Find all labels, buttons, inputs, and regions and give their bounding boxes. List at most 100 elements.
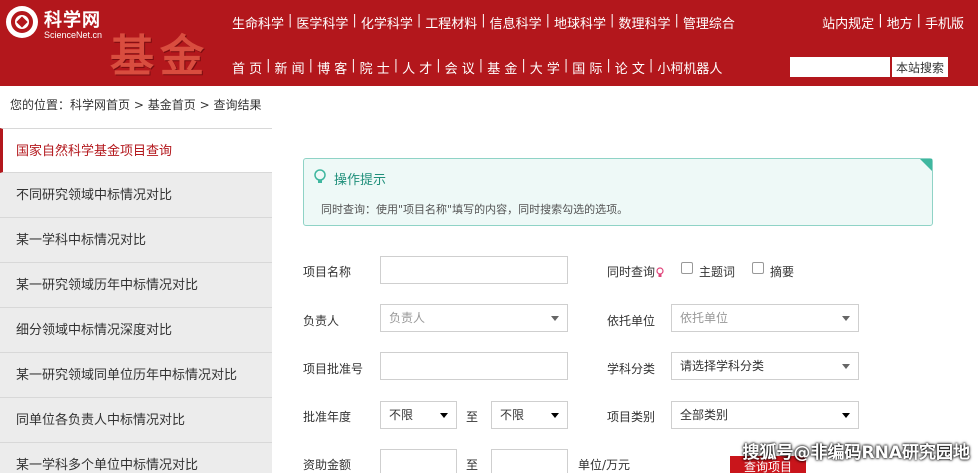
- subject-select[interactable]: 请选择学科分类: [671, 352, 859, 380]
- org-placeholder: 依托单位: [680, 311, 729, 325]
- nav-site-rules[interactable]: 站内规定: [822, 13, 874, 32]
- project-category-select[interactable]: 全部类别: [671, 401, 859, 429]
- breadcrumb-current: 查询结果: [213, 98, 262, 112]
- logo-domain: ScienceNet.cn: [44, 30, 103, 40]
- watermark-text: 搜狐号@非编码RNA研究园地: [742, 443, 970, 463]
- amount-from-input[interactable]: [380, 449, 457, 473]
- nav-separator: |: [478, 58, 484, 73]
- keyword-label: 主题词: [699, 265, 736, 279]
- nav-papers[interactable]: 论 文: [615, 58, 645, 77]
- abstract-checkbox[interactable]: [752, 262, 764, 274]
- leader-select[interactable]: 负责人: [380, 304, 568, 332]
- nav-separator: |: [266, 58, 271, 73]
- nav-engineering[interactable]: 工程材料: [425, 13, 477, 32]
- nav-separator: |: [416, 13, 422, 28]
- site-header: 科学网 ScienceNet.cn 基金 生命科学 | 医学科学 | 化学科学 | 工…: [0, 0, 978, 86]
- sidebar-item-subfield-depth[interactable]: 细分领域中标情况深度对比: [0, 308, 272, 353]
- breadcrumb-fund-home[interactable]: 基金首页: [148, 98, 196, 112]
- approval-number-input[interactable]: [380, 352, 568, 380]
- logo-mark-icon: [6, 6, 38, 38]
- sidebar-item-project-query[interactable]: 国家自然科学基金项目查询: [0, 128, 272, 173]
- nav-separator: |: [481, 13, 486, 28]
- nav-separator: |: [878, 13, 883, 28]
- nav-information[interactable]: 信息科学: [490, 13, 542, 32]
- chevron-down-icon: [842, 413, 850, 418]
- project-category-label: 项目类别: [607, 410, 656, 424]
- nav-international[interactable]: 国 际: [572, 58, 602, 77]
- sidebar-item-field-comparison[interactable]: 不同研究领域中标情况对比: [0, 173, 272, 218]
- nav-mobile[interactable]: 手机版: [925, 13, 964, 32]
- approval-year-label: 批准年度: [303, 410, 352, 424]
- subject-placeholder: 请选择学科分类: [680, 359, 765, 373]
- amount-unit-label: 单位/万元: [578, 458, 631, 472]
- leader-placeholder: 负责人: [389, 311, 426, 325]
- project-category-value: 全部类别: [680, 408, 729, 422]
- breadcrumb-separator: >: [133, 98, 144, 112]
- nav-talent[interactable]: 人 才: [402, 58, 432, 77]
- nav-separator: |: [545, 13, 551, 28]
- same-time-query-text: 同时查询: [607, 265, 656, 279]
- tip-text: 同时查询：使用"项目名称"填写的内容，同时搜索勾选的选项。: [321, 203, 629, 216]
- nav-separator: |: [351, 58, 356, 73]
- sidebar: 国家自然科学基金项目查询 不同研究领域中标情况对比 某一学科中标情况对比 某一研…: [0, 128, 272, 473]
- year-to-label: 至: [466, 410, 479, 424]
- project-name-input[interactable]: [380, 256, 568, 284]
- chevron-down-icon: [440, 413, 448, 418]
- nav-local[interactable]: 地方: [887, 13, 913, 32]
- nav-earth-science[interactable]: 地球科学: [554, 13, 606, 32]
- nav-home[interactable]: 首 页: [232, 58, 262, 77]
- breadcrumb-prefix: 您的位置：: [10, 98, 71, 112]
- nav-separator: |: [352, 13, 357, 28]
- sidebar-item-org-leaders[interactable]: 同单位各负责人中标情况对比: [0, 398, 272, 443]
- keyword-checkbox[interactable]: [681, 262, 693, 274]
- nav-separator: |: [436, 58, 441, 73]
- nav-separator: |: [648, 58, 654, 73]
- sidebar-item-field-same-org[interactable]: 某一研究领域同单位历年中标情况对比: [0, 353, 272, 398]
- funding-amount-label: 资助金额: [303, 458, 352, 472]
- nav-medical-science[interactable]: 医学科学: [296, 13, 348, 32]
- year-from-select[interactable]: 不限: [380, 401, 457, 429]
- leader-label: 负责人: [303, 314, 340, 328]
- chevron-down-icon: [842, 364, 850, 369]
- logo-text: 科学网: [44, 10, 101, 31]
- nav-academician[interactable]: 院 士: [360, 58, 390, 77]
- nav-university[interactable]: 大 学: [530, 58, 560, 77]
- section-title: 基金: [110, 31, 210, 82]
- year-to-value: 不限: [500, 408, 525, 422]
- year-to-select[interactable]: 不限: [491, 401, 568, 429]
- chevron-down-icon: [842, 316, 850, 321]
- tip-corner-decoration: [920, 159, 932, 171]
- year-from-value: 不限: [389, 408, 414, 422]
- nav-chemistry[interactable]: 化学科学: [361, 13, 413, 32]
- breadcrumb-separator: >: [199, 98, 210, 112]
- sidebar-item-subject-comparison[interactable]: 某一学科中标情况对比: [0, 218, 272, 263]
- breadcrumb: 您的位置：科学网首页 > 基金首页 > 查询结果: [10, 96, 262, 113]
- nav-separator: |: [610, 13, 615, 28]
- nav-separator: |: [521, 58, 526, 73]
- sciencenet-logo[interactable]: 科学网 ScienceNet.cn: [6, 6, 106, 42]
- nav-management[interactable]: 管理综合: [683, 13, 735, 32]
- sidebar-item-field-yearly[interactable]: 某一研究领域历年中标情况对比: [0, 263, 272, 308]
- org-label: 依托单位: [607, 314, 656, 328]
- nav-separator: |: [308, 58, 314, 73]
- project-name-label: 项目名称: [303, 265, 352, 279]
- amount-to-label: 至: [466, 458, 479, 472]
- site-search-input[interactable]: [790, 57, 890, 77]
- same-time-query-label: 同时查询: [607, 263, 664, 280]
- nav-math-physics[interactable]: 数理科学: [618, 13, 670, 32]
- nav-conference[interactable]: 会 议: [445, 58, 475, 77]
- nav-news[interactable]: 新 闻: [275, 58, 305, 77]
- site-search-button[interactable]: 本站搜索: [892, 57, 948, 77]
- nav-separator: |: [916, 13, 921, 28]
- org-select[interactable]: 依托单位: [671, 304, 859, 332]
- sidebar-item-subject-multi-org[interactable]: 某一学科多个单位中标情况对比: [0, 443, 272, 473]
- breadcrumb-home[interactable]: 科学网首页: [70, 98, 130, 112]
- tip-title: 操作提示: [334, 173, 387, 188]
- amount-to-input[interactable]: [491, 449, 568, 473]
- nav-blog[interactable]: 博 客: [317, 58, 347, 77]
- nav-life-science[interactable]: 生命科学: [232, 13, 284, 32]
- nav-fund[interactable]: 基 金: [487, 58, 517, 77]
- channel-nav: 首 页 | 新 闻 | 博 客 | 院 士 | 人 才 | 会 议 | 基 金 | 大 学 | …: [232, 58, 722, 77]
- nav-robot[interactable]: 小柯机器人: [657, 58, 722, 77]
- nav-separator: |: [288, 13, 293, 28]
